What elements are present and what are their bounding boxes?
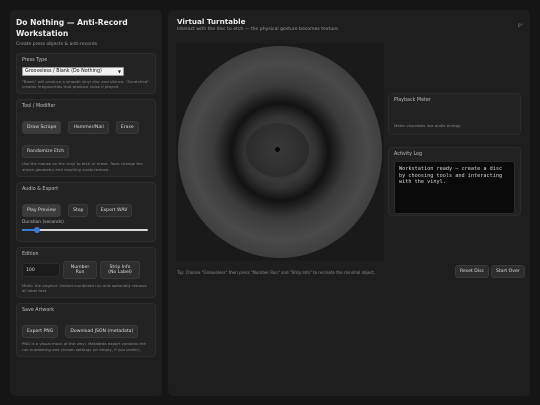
play-preview-button[interactable]: Play Preview [22, 203, 61, 217]
meter-heading: Playback Meter [394, 98, 431, 103]
main-panel: Virtual Turntable Interact with the disc… [168, 10, 530, 396]
number-run-button[interactable]: Number Run [63, 261, 97, 280]
randomize-etch-button[interactable]: Randomize Etch [22, 145, 70, 159]
save-heading: Save Artwork [22, 308, 55, 314]
meter-caption: Meter visualizes live audio energy. [394, 123, 461, 128]
draw-scrape-button[interactable]: Draw Scrape [22, 121, 62, 135]
press-type-hint: "Blank" will produce a smooth vinyl disc… [22, 79, 150, 90]
chevron-down-icon: ▼ [117, 69, 121, 74]
activity-log-box: Workstation ready — create a disc by cho… [394, 161, 515, 214]
duration-label: Duration (seconds) [22, 219, 64, 225]
activity-log-heading: Activity Log [394, 152, 423, 157]
reset-disc-button[interactable]: Reset Disc [455, 265, 490, 278]
app-subtitle: Create press objects & anti-records [16, 42, 98, 47]
strip-info-button[interactable]: Strip Info (No Label) [100, 261, 140, 280]
save-hint: PNG is a visual mock of the vinyl. Metad… [22, 341, 146, 352]
press-type-panel: Press Type Grooveless / Blank (Do Nothin… [16, 53, 156, 95]
spindle-hole [275, 147, 280, 152]
audio-panel: Audio & Export Play Preview Stop Export … [16, 181, 156, 243]
export-png-button[interactable]: Export PNG [22, 325, 59, 339]
activity-log: Activity Log Workstation ready — create … [388, 147, 521, 216]
export-wav-button[interactable]: Export WAV [95, 203, 133, 217]
edition-panel: Edition 100 Number Run Strip Info (No La… [16, 247, 156, 299]
press-type-value: Grooveless / Blank (Do Nothing) [25, 69, 102, 74]
edition-heading: Edition [22, 252, 39, 258]
slider-knob[interactable] [34, 227, 41, 234]
audio-heading: Audio & Export [22, 186, 59, 192]
tip-text: Tip: Choose "Grooveless" then press "Num… [177, 270, 376, 275]
sidebar: Do Nothing — Anti-Record Workstation Cre… [10, 10, 162, 396]
duration-slider[interactable] [22, 227, 148, 234]
download-json-button[interactable]: Download JSON (metadata) [65, 325, 139, 339]
save-panel: Save Artwork Export PNG Download JSON (m… [16, 303, 156, 357]
edition-number-input[interactable]: 100 [22, 263, 60, 278]
erase-button[interactable]: Erase [115, 121, 139, 135]
tool-heading: Tool / Modifier [22, 104, 56, 110]
turntable-subtitle: Interact with the disc to etch — the phy… [177, 27, 340, 32]
slider-track [22, 229, 148, 232]
stop-button[interactable]: Stop [68, 203, 89, 217]
press-type-select[interactable]: Grooveless / Blank (Do Nothing) ▼ [22, 67, 124, 76]
edition-hint: Mimic the original: limited numbered run… [22, 283, 147, 294]
playback-meter: Playback Meter Meter visualizes live aud… [388, 93, 521, 135]
press-type-heading: Press Type [22, 58, 48, 63]
tool-panel: Tool / Modifier Draw Scrape Hammer/Nail … [16, 99, 156, 177]
turntable-canvas[interactable] [176, 43, 384, 261]
rotation-readout: 0° [517, 24, 523, 29]
start-over-button[interactable]: Start Over [491, 265, 525, 278]
hammer-nail-button[interactable]: Hammer/Nail [68, 121, 109, 135]
app-title: Do Nothing — Anti-Record Workstation [16, 18, 128, 38]
tool-hint: Use the mouse on the vinyl to etch or er… [22, 161, 143, 172]
turntable-title: Virtual Turntable [177, 17, 246, 26]
